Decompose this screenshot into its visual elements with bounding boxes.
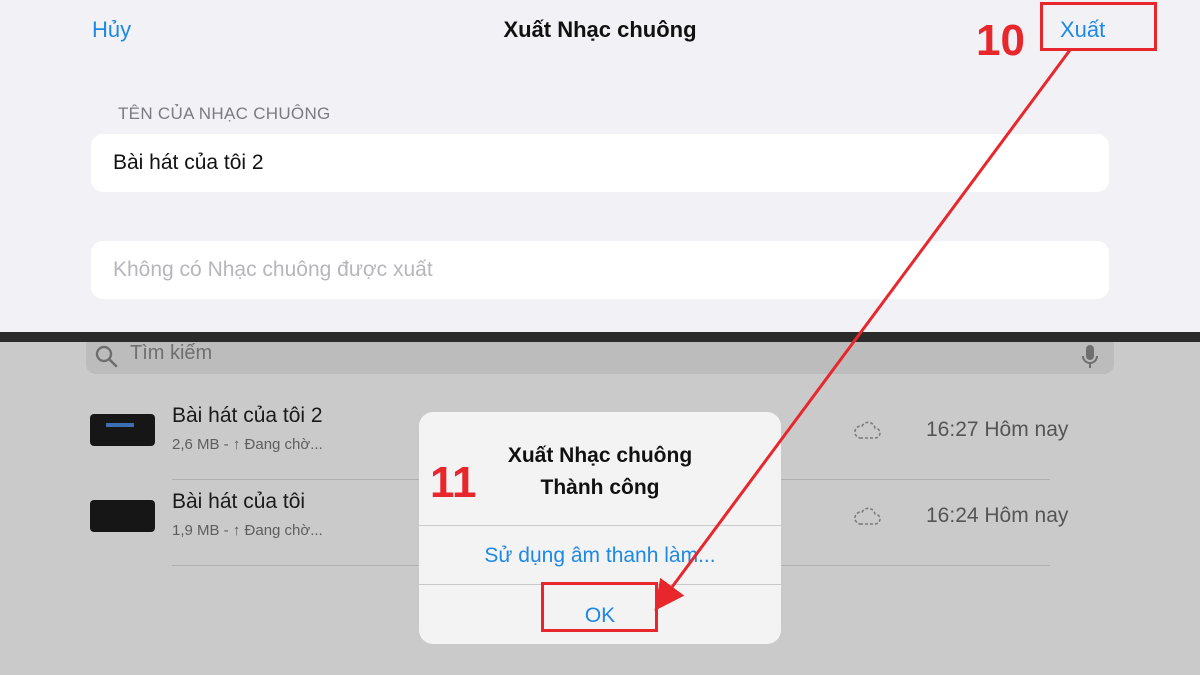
file-meta: 2,6 MB - ↑ Đang chờ... [172,436,323,453]
exported-ringtone-status: Không có Nhạc chuông được xuất [91,241,1109,299]
file-time: 16:24 Hôm nay [926,504,1069,527]
search-bar[interactable]: Tìm kiếm [86,342,1114,374]
file-thumbnail [90,414,155,446]
step-number-ok: 11 [430,458,477,507]
cloud-icon [852,419,882,446]
highlight-ok-button [541,582,658,632]
file-name: Bài hát của tôi [172,490,306,513]
highlight-export-button [1040,2,1157,51]
cloud-icon [852,505,882,532]
alert-separator [419,525,781,526]
use-sound-as-button[interactable]: Sử dụng âm thanh làm... [419,544,781,568]
file-meta: 1,9 MB - ↑ Đang chờ... [172,522,323,539]
file-time: 16:27 Hôm nay [926,418,1069,441]
file-thumbnail [90,500,155,532]
search-placeholder: Tìm kiếm [130,342,213,364]
mic-icon[interactable] [1080,343,1100,376]
file-name: Bài hát của tôi 2 [172,404,323,427]
exported-ringtone-status-text: Không có Nhạc chuông được xuất [113,258,433,281]
search-icon [94,344,120,375]
step-number-export: 10 [976,16,1025,65]
ringtone-name-field[interactable]: Bài hát của tôi 2 [91,134,1109,192]
panel-divider [0,332,1200,342]
ringtone-name-value: Bài hát của tôi 2 [113,151,264,174]
ringtone-name-section-label: TÊN CỦA NHẠC CHUÔNG [118,104,331,123]
